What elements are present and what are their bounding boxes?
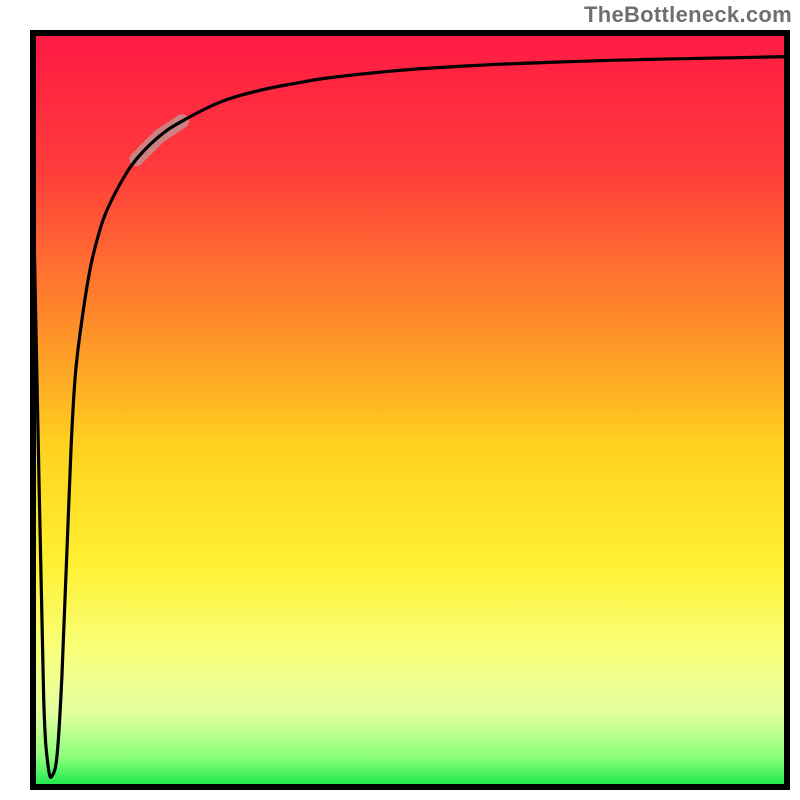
bottleneck-chart [0, 0, 800, 800]
chart-stage: TheBottleneck.com [0, 0, 800, 800]
